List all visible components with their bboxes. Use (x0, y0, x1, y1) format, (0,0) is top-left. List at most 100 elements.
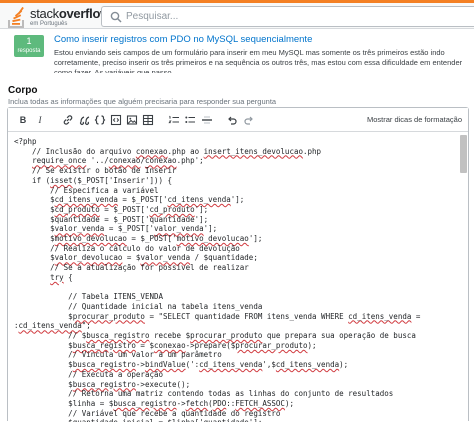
code-line: // Executa a operação (14, 369, 164, 379)
code-content: <?php // Inclusão do arquivo conexao.php… (14, 137, 454, 422)
spelling-underline: fetch (185, 398, 209, 408)
code-line: // Se a atualização for possível de real… (14, 263, 249, 273)
image-button[interactable] (126, 112, 138, 128)
body-field-description: Inclua todas as informações que alguém p… (8, 97, 277, 106)
spelling-underline: motivo_devolucao (54, 234, 127, 244)
code-line: $motivo_devolucao = $_POST['motivo_devol… (14, 234, 263, 244)
code-icon (94, 115, 106, 125)
body-editor: B I Mostrar dicas de formatação <?php //… (7, 107, 469, 422)
link-icon (63, 115, 73, 125)
logo-subtitle: em Português (30, 21, 68, 27)
spelling-underline: cd_itens_venda (18, 321, 82, 331)
scrollbar-thumb[interactable] (460, 135, 467, 173)
bullet-list-icon (185, 116, 195, 123)
horizontal-rule-icon (202, 116, 212, 124)
search-icon (110, 11, 122, 23)
search-input[interactable] (126, 7, 466, 26)
code-line: $busca_registro->bindValue(':cd_itens_ve… (14, 360, 349, 370)
bold-button[interactable]: B (17, 112, 29, 128)
quote-button[interactable] (79, 112, 91, 128)
spelling-underline: procurar_produto (72, 311, 145, 321)
code-line: if (isset($_POST['Inserir'])) { (14, 175, 173, 185)
spelling-underline: busca_registro (86, 331, 150, 341)
italic-button[interactable]: I (34, 112, 46, 128)
top-bar: stackoverflow em Português (0, 0, 474, 29)
spelling-underline: cd_itens_venda (275, 360, 340, 370)
spelling-underline: cd_produto (149, 204, 195, 214)
code-line: $procurar_produto = "SELECT quantidade F… (14, 311, 421, 321)
spelling-underline: insert_itens_devolucao (203, 146, 303, 156)
spelling-underline: procurar_produto (190, 331, 263, 341)
inline-code-button[interactable] (94, 112, 106, 128)
undo-button[interactable] (226, 112, 238, 128)
site-logo[interactable]: stackoverflow em Português (6, 7, 110, 29)
stackoverflow-logo-icon (8, 7, 24, 28)
code-line: $cd_produto = $_POST['cd_produto']; (14, 204, 209, 214)
table-button[interactable] (142, 112, 154, 128)
code-line: require_once '../conexao/conexao.php'; (32, 156, 204, 166)
code-line: // Realiza o cálculo do valor de devoluç… (14, 243, 240, 253)
spelling-underline: try (50, 272, 64, 282)
code-line: $cd_itens_venda = $_POST['cd_itens_venda… (14, 195, 245, 205)
code-block-button[interactable] (110, 112, 122, 128)
code-line: $valor_venda = $_POST['valor_venda']; (14, 224, 218, 234)
code-line: $busca_registro = $conexao->prepare($pro… (14, 340, 317, 350)
spelling-underline: conexao (153, 340, 186, 350)
code-line: // Quantidade inicial na tabela itens_ve… (14, 301, 263, 311)
code-line: // Vincula um valor a um parâmetro (14, 350, 222, 360)
code-block-icon (110, 114, 122, 126)
spelling-underline: cd_itens_venda (167, 195, 231, 205)
horizontal-rule-button[interactable] (201, 112, 213, 128)
spelling-underline: cd_produto (54, 204, 100, 214)
similar-question-link[interactable]: Como inserir registros com PDO no MySQL … (54, 34, 312, 45)
code-line: // Se existir o botão de Inserir (14, 166, 177, 176)
editor-scrollbar[interactable] (460, 135, 467, 420)
code-line: $quantidade_inicial = $linha['quantidade… (14, 418, 454, 422)
editor-toolbar: B I Mostrar dicas de formatação (8, 108, 468, 132)
search-box[interactable] (101, 6, 474, 27)
spelling-underline: motivo_devolucao (176, 234, 249, 244)
spelling-underline: bindValue (144, 360, 186, 370)
bullet-list-button[interactable] (184, 112, 196, 128)
similar-question-excerpt: Estou enviando seis campos de um formulá… (54, 48, 463, 73)
spelling-underline: conexao (144, 156, 177, 166)
spelling-underline: isset (50, 175, 73, 185)
spelling-underline: cd_itens_venda (348, 311, 412, 321)
spelling-underline: valor_devolucao (54, 253, 123, 263)
redo-icon (244, 116, 253, 125)
table-icon (142, 114, 154, 126)
spelling-underline: valor_venda (54, 224, 105, 234)
spelling-underline: cd_itens_venda (54, 195, 118, 205)
spelling-underline: busca_registro (72, 379, 136, 389)
spelling-underline: require_once (32, 156, 87, 166)
spelling-underline: conexao (135, 146, 168, 156)
code-line: // Variável que recebe a quantidade do r… (14, 408, 281, 418)
spelling-underline: busca_registro (72, 340, 136, 350)
redo-button[interactable] (243, 112, 255, 128)
answer-count-label: resposta (17, 48, 41, 54)
image-icon (126, 115, 138, 125)
ordered-list-button[interactable] (168, 112, 180, 128)
spelling-underline: conexao (108, 156, 141, 166)
spelling-underline: procurar_produto (235, 340, 308, 350)
spelling-underline: busca_registro (72, 360, 136, 370)
body-field-label: Corpo (8, 85, 38, 96)
formatting-tips-link[interactable]: Mostrar dicas de formatação (367, 112, 462, 128)
code-line: // Especifica a variável (14, 185, 159, 195)
spelling-underline: FETCH_ASSOC (235, 398, 285, 408)
code-line: :cd_itens_venda"; (14, 321, 91, 331)
code-line: // Tabela ITENS_VENDA (14, 292, 164, 302)
code-line: try { (50, 272, 73, 282)
code-line: $linha = $busca_registro->fetch(PDO::FET… (14, 398, 294, 408)
code-line: $valor_devolucao = $valor_venda / $quant… (14, 253, 258, 263)
spelling-underline: PDO (212, 398, 227, 408)
spelling-underline: cd_itens_venda (199, 360, 263, 370)
code-editor-textarea[interactable]: <?php // Inclusão do arquivo conexao.php… (8, 133, 468, 422)
code-line: // $busca_registro recebe $procurar_prod… (14, 331, 416, 341)
code-line: // Retorna uma matriz contendo todas as … (14, 389, 394, 399)
link-button[interactable] (62, 112, 74, 128)
code-line: // Inclusão do arquivo conexao.php ao in… (14, 146, 322, 156)
spelling-underline: quantidade_inicial (73, 418, 154, 422)
quote-icon (80, 116, 90, 125)
